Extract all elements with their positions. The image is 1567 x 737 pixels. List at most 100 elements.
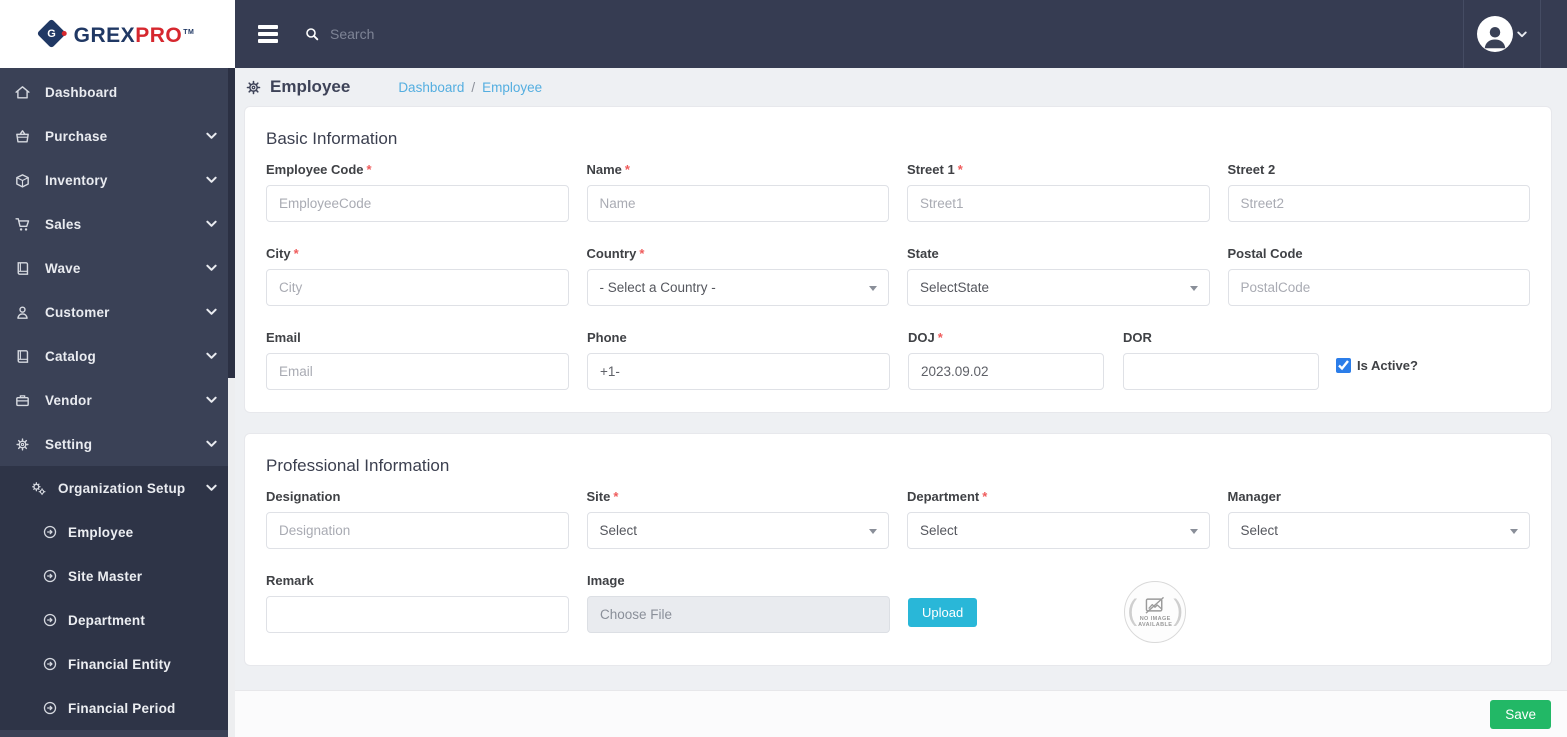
customer-person-icon [14,304,31,321]
chevron-down-icon [206,220,217,228]
sidebar-item-dashboard[interactable]: Dashboard [0,70,235,114]
field-street2: Street 2 [1227,162,1530,222]
chevron-down-icon [206,176,217,184]
name-input[interactable] [586,185,889,222]
section-title-professional: Professional Information [266,456,450,475]
field-image: Image Choose File [587,573,890,633]
search-icon [304,26,320,42]
field-phone: Phone [587,330,890,390]
phone-input[interactable] [587,353,890,390]
section-title-basic: Basic Information [266,129,398,148]
sidebar-item-vendor[interactable]: Vendor [0,378,235,422]
brand-logo[interactable]: G GREXPROTM [0,0,235,68]
sidebar-scrollbar-thumb[interactable] [228,68,235,378]
wave-book-icon [14,260,31,277]
required-marker: * [957,162,963,177]
country-select[interactable]: - Select a Country - [586,269,889,306]
save-button[interactable]: Save [1490,699,1551,729]
field-designation: Designation [266,489,569,549]
sidebar-item-financial-period[interactable]: Financial Period [0,686,235,730]
arrow-circle-icon [42,568,58,584]
user-menu[interactable] [1463,0,1541,68]
sidebar-item-purchase[interactable]: Purchase [0,114,235,158]
required-marker: * [937,330,943,345]
required-marker: * [613,489,619,504]
required-marker: * [293,246,299,261]
sidebar-item-inventory[interactable]: Inventory [0,158,235,202]
city-input[interactable] [266,269,569,306]
sidebar-nav: Dashboard Purchase Inventory Sales Wave [0,68,235,730]
field-street1: Street 1 * [907,162,1210,222]
chevron-down-icon [206,440,217,448]
choose-file-input[interactable]: Choose File [587,596,890,633]
sidebar-item-sales[interactable]: Sales [0,202,235,246]
avatar [1477,16,1513,52]
field-site: Site * Select [586,489,889,549]
gear-icon [244,78,263,97]
employee-code-input[interactable] [266,185,569,222]
manager-select[interactable]: Select [1227,512,1530,549]
state-select[interactable]: SelectState [907,269,1210,306]
field-name: Name * [586,162,889,222]
sidebar-item-setting[interactable]: Setting [0,422,235,466]
site-select[interactable]: Select [586,512,889,549]
basic-information-panel: Basic Information Employee Code* Name* S… [244,106,1552,413]
page-header: Employee Dashboard / Employee [244,68,1552,106]
is-active-checkbox[interactable] [1336,358,1351,373]
vendor-briefcase-icon [14,392,31,409]
breadcrumb-link-dashboard[interactable]: Dashboard [398,80,464,95]
inventory-box-icon [14,172,31,189]
arrow-circle-icon [42,524,58,540]
sidebar-item-wave[interactable]: Wave [0,246,235,290]
brand-diamond-icon: G [36,18,67,48]
sidebar-item-catalog[interactable]: Catalog [0,334,235,378]
chevron-down-icon [1189,286,1198,291]
decorative-paren: ) [1173,594,1184,627]
field-doj: DOJ * [908,330,1104,390]
chevron-down-icon [1517,31,1527,38]
professional-information-panel: Professional Information Designation Sit… [244,433,1552,666]
sidebar-item-department[interactable]: Department [0,598,235,642]
no-image-icon [1144,596,1166,614]
email-input[interactable] [266,353,569,390]
page-content: Employee Dashboard / Employee Basic Info… [235,68,1567,690]
chevron-down-icon [206,264,217,272]
chevron-down-icon [1189,529,1198,534]
arrow-circle-icon [42,612,58,628]
department-select[interactable]: Select [907,512,1210,549]
street2-input[interactable] [1227,185,1530,222]
sidebar-item-organization-setup[interactable]: Organization Setup [0,466,235,510]
sidebar-scrollbar[interactable] [228,68,235,737]
sidebar-item-employee[interactable]: Employee [0,510,235,554]
doj-input[interactable] [908,353,1104,390]
field-postal-code: Postal Code [1227,246,1530,306]
designation-input[interactable] [266,512,569,549]
gear-icon [14,436,31,453]
field-state: State SelectState [907,246,1210,306]
setting-submenu: Organization Setup Employee Site Master … [0,466,235,730]
sidebar-item-customer[interactable]: Customer [0,290,235,334]
chevron-down-icon [1510,529,1518,534]
upload-button[interactable]: Upload [908,598,978,627]
main-area: Employee Dashboard / Employee Basic Info… [235,0,1567,737]
field-city: City * [266,246,569,306]
required-marker: * [639,246,645,261]
home-icon [14,84,31,101]
sidebar-item-site-master[interactable]: Site Master [0,554,235,598]
search-input[interactable] [330,26,630,42]
required-marker: * [366,162,372,177]
search-bar [304,26,1463,42]
remark-input[interactable] [266,596,569,633]
field-remark: Remark [266,573,569,633]
no-image-placeholder: ( ) NO IMAGE AVAILABLE [1124,581,1187,643]
postal-code-input[interactable] [1227,269,1530,306]
breadcrumb-link-employee[interactable]: Employee [482,80,542,95]
breadcrumb: Dashboard / Employee [398,80,542,95]
street1-input[interactable] [907,185,1210,222]
field-employee-code: Employee Code * [266,162,569,222]
dor-input[interactable] [1123,353,1319,390]
hamburger-menu-icon[interactable] [258,25,278,43]
chevron-down-icon [206,484,217,492]
sales-cart-icon [14,216,31,233]
sidebar-item-financial-entity[interactable]: Financial Entity [0,642,235,686]
